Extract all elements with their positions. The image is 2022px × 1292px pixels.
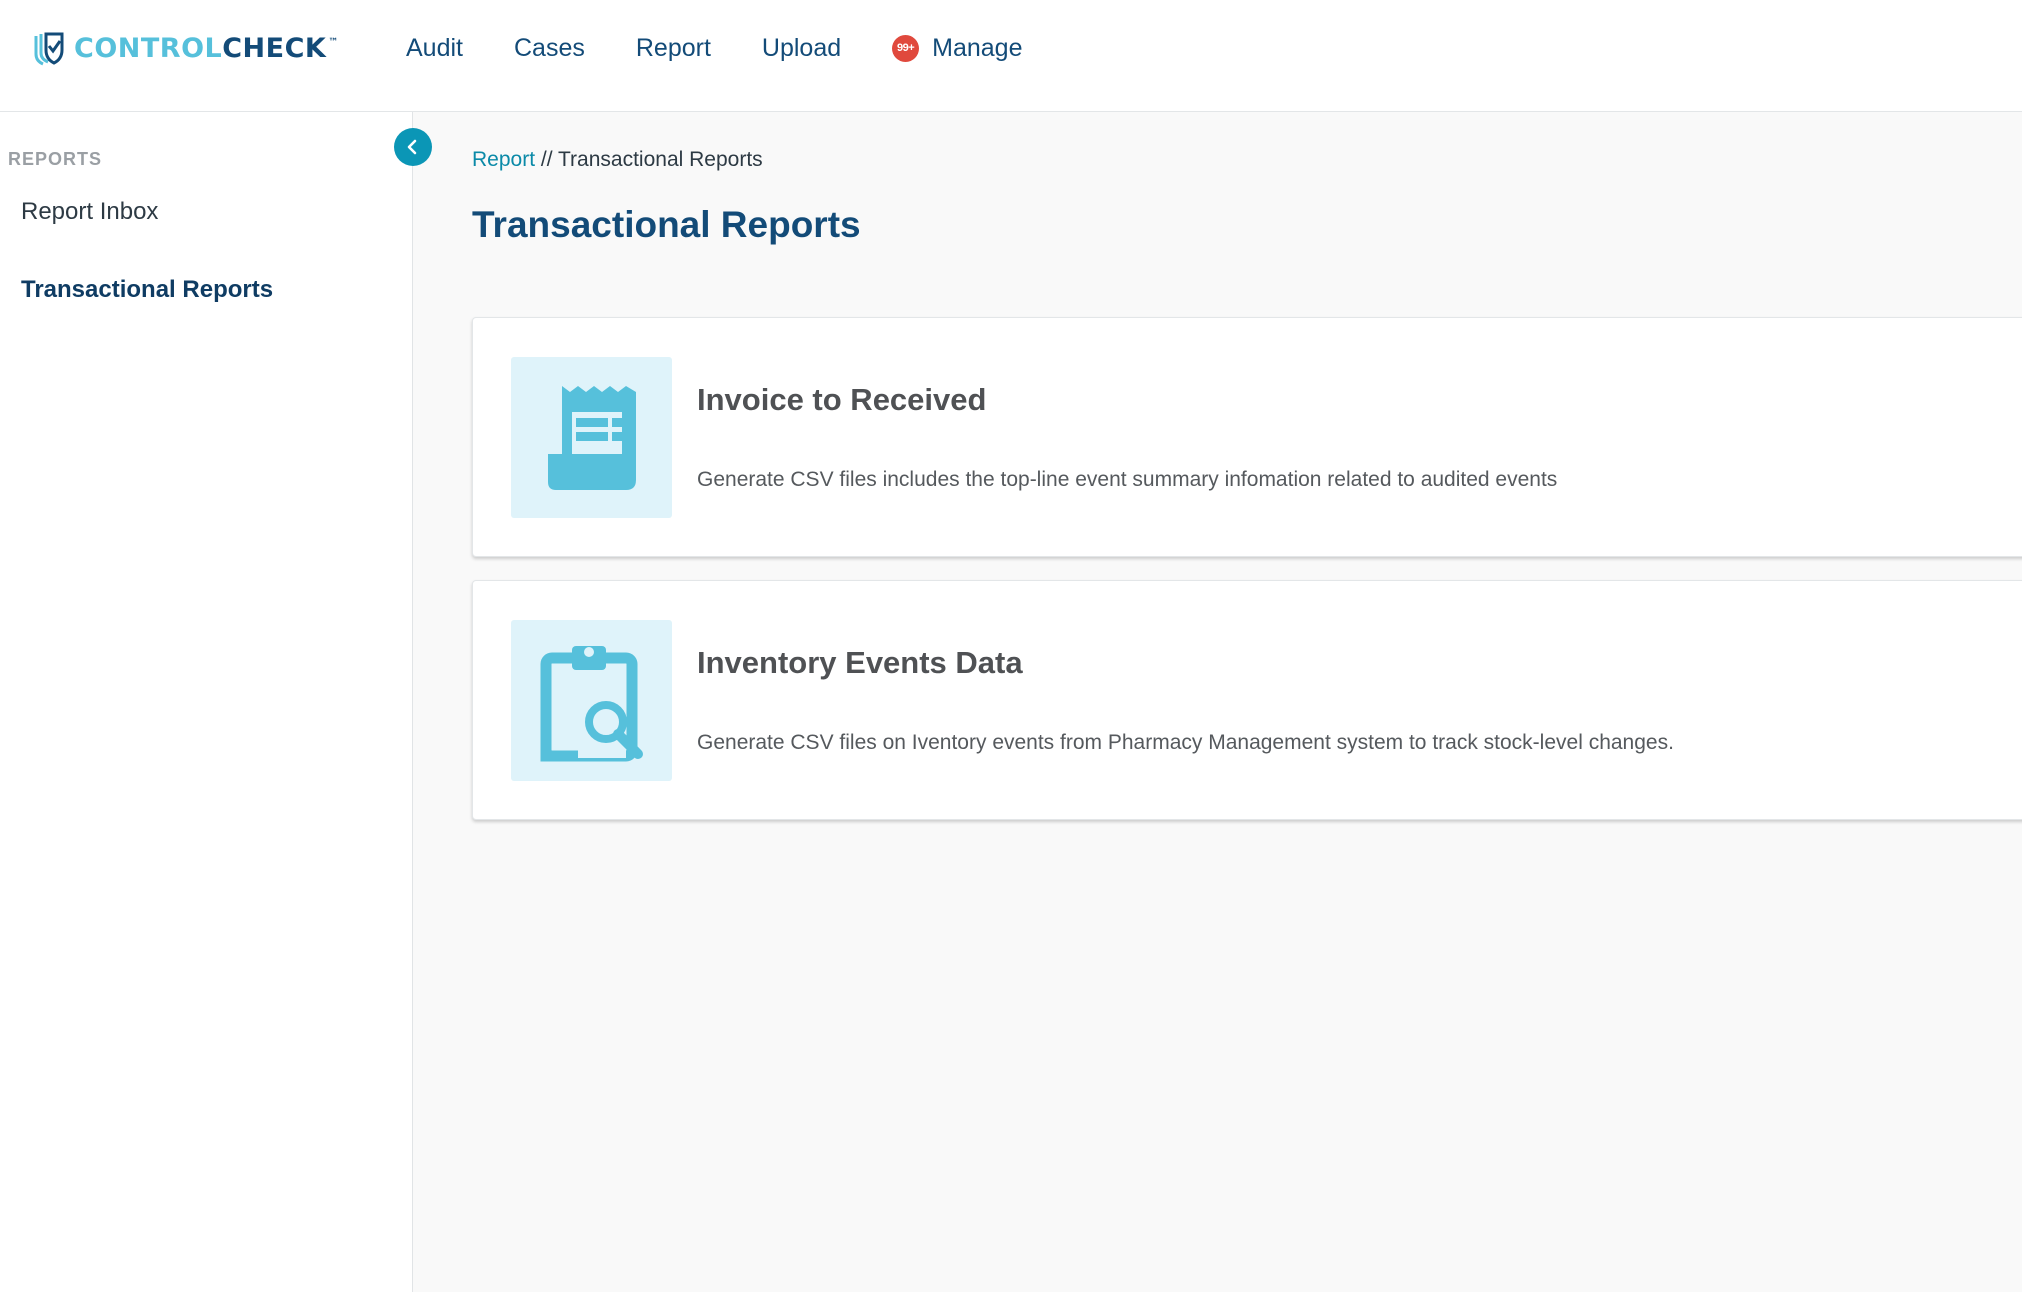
nav-audit-label: Audit	[406, 33, 463, 62]
sidebar-item-transactional-reports[interactable]: Transactional Reports	[21, 276, 273, 304]
report-card-inventory-events-data[interactable]: Inventory Events Data Generate CSV files…	[472, 580, 2022, 820]
breadcrumb-separator: //	[535, 148, 558, 171]
nav-upload-label: Upload	[761, 33, 842, 62]
breadcrumb: Report // Transactional Reports	[472, 148, 763, 172]
nav-report-label: Report	[635, 33, 711, 62]
nav-audit[interactable]: Audit	[406, 34, 463, 63]
breadcrumb-link-report[interactable]: Report	[472, 148, 535, 171]
sidebar: REPORTS Report Inbox Transactional Repor…	[0, 112, 413, 1292]
nav-upload[interactable]: Upload	[762, 34, 841, 63]
sidebar-heading: REPORTS	[8, 149, 103, 169]
collapse-sidebar-button[interactable]	[394, 128, 432, 166]
clipboard-search-icon	[540, 645, 643, 761]
nav-manage-label: Manage	[932, 33, 1023, 62]
card-icon-container	[511, 357, 672, 518]
page-title: Transactional Reports	[472, 204, 861, 245]
nav-cases[interactable]: Cases	[514, 34, 585, 63]
nav-report[interactable]: Report	[636, 34, 711, 63]
sidebar-item-report-inbox[interactable]: Report Inbox	[21, 198, 158, 226]
notification-badge: 99+	[892, 34, 920, 62]
card-description: Generate CSV files on Iventory events fr…	[697, 731, 1674, 754]
report-card-invoice-to-received[interactable]: Invoice to Received Generate CSV files i…	[472, 317, 2022, 557]
card-icon-container	[511, 620, 672, 781]
card-description: Generate CSV files includes the top-line…	[697, 468, 1558, 491]
main-nav: Audit Cases Report Upload 99+ Manage	[406, 28, 1074, 68]
breadcrumb-current: Transactional Reports	[558, 148, 763, 171]
card-title: Inventory Events Data	[697, 645, 1023, 680]
logo-text: CONTROLCHECK ™	[74, 32, 339, 64]
top-navbar: CONTROLCHECK ™ Audit Cases Report Upload …	[0, 0, 2022, 112]
receipt-icon	[547, 385, 636, 490]
nav-cases-label: Cases	[513, 33, 585, 62]
card-title: Invoice to Received	[697, 382, 987, 417]
shield-check-icon	[34, 32, 64, 66]
chevron-left-icon	[407, 139, 417, 155]
controlcheck-logo[interactable]: CONTROLCHECK ™	[30, 28, 339, 68]
nav-manage[interactable]: 99+ Manage	[892, 33, 1023, 63]
